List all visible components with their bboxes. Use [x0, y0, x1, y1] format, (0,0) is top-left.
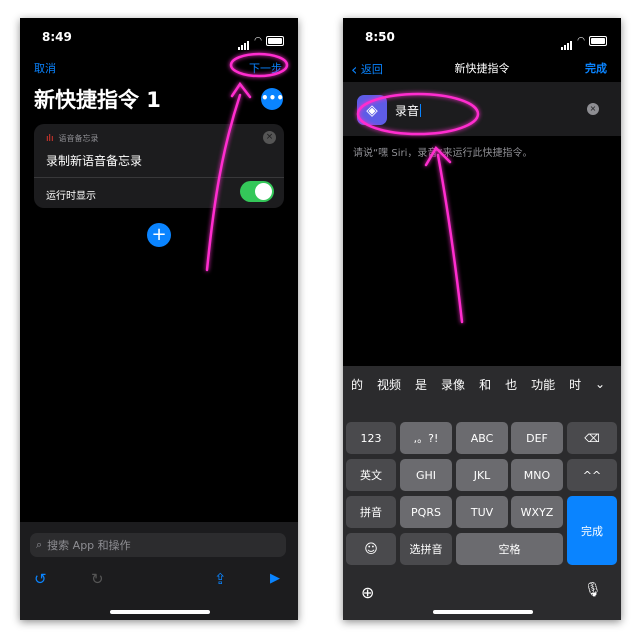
home-indicator — [433, 610, 533, 614]
remove-action-button[interactable]: × — [263, 131, 276, 144]
siri-hint-text: 请说“嘿 Siri，录音”来运行此快捷指令。 — [353, 148, 533, 159]
more-options-button[interactable]: ••• — [261, 88, 285, 110]
wifi-icon: ◠ — [254, 35, 262, 46]
battery-icon — [589, 35, 607, 46]
status-bar: 8:50 ◠ — [343, 18, 621, 56]
search-placeholder: 搜索 App 和操作 — [47, 539, 131, 552]
chevron-down-icon[interactable]: ⌄ — [595, 377, 605, 391]
key-tuv[interactable]: TUV — [456, 496, 508, 528]
key-wxyz[interactable]: WXYZ — [511, 496, 563, 528]
keyboard-done-button[interactable]: 完成 — [567, 496, 617, 565]
search-input[interactable]: ⌕ 搜索 App 和操作 — [30, 533, 286, 557]
action-app-label: 语音备忘录 — [58, 134, 99, 143]
candidate-item[interactable]: 和 — [479, 376, 491, 393]
undo-icon[interactable]: ↺ — [34, 570, 47, 588]
key-pinyin[interactable]: 拼音 — [346, 496, 396, 528]
voice-memo-icon: ılı — [46, 133, 54, 144]
key-ghi[interactable]: GHI — [400, 459, 452, 491]
bottom-panel: ⌕ 搜索 App 和操作 ↺ ↻ ⇪ ▶ — [20, 522, 298, 620]
status-time: 8:50 — [365, 30, 395, 44]
home-indicator — [110, 610, 210, 614]
candidate-item[interactable]: 时 — [569, 376, 581, 393]
left-phone-screen: 8:49 ◠ 取消 下一步 新快捷指令 1 ••• ılı 语音备忘录 × 录制… — [20, 18, 298, 620]
action-title: 录制新语音备忘录 — [46, 154, 143, 168]
key-def[interactable]: DEF — [511, 422, 563, 454]
search-icon: ⌕ — [36, 538, 43, 551]
page-title: 新快捷指令 — [454, 62, 510, 75]
action-card[interactable]: ılı 语音备忘录 × 录制新语音备忘录 运行时显示 — [34, 124, 284, 208]
next-button[interactable]: 下一步 — [249, 60, 282, 76]
key-pqrs[interactable]: PQRS — [400, 496, 452, 528]
key-123[interactable]: 123 — [346, 422, 396, 454]
backspace-icon[interactable]: ⌫ — [567, 422, 617, 454]
share-icon[interactable]: ⇪ — [214, 570, 227, 588]
action-app-header: ılı 语音备忘录 — [46, 133, 99, 144]
key-punct[interactable]: ,。?! — [400, 422, 452, 454]
done-button[interactable]: 完成 — [585, 60, 607, 76]
add-action-button[interactable]: + — [147, 223, 171, 247]
shortcuts-app-icon: ◈ — [357, 95, 387, 125]
redo-icon[interactable]: ↻ — [91, 570, 104, 588]
siri-phrase-input[interactable]: 录音 — [395, 102, 421, 119]
candidate-item[interactable]: 的 — [351, 376, 363, 393]
page-title: 新快捷指令 1 — [34, 88, 161, 112]
wifi-icon: ◠ — [577, 35, 585, 46]
status-icons: ◠ — [238, 31, 284, 50]
key-mno[interactable]: MNO — [511, 459, 563, 491]
ellipsis-icon: ••• — [261, 91, 285, 105]
candidate-item[interactable]: 视频 — [377, 376, 401, 393]
globe-icon[interactable]: ⊕ — [361, 583, 374, 602]
show-when-run-label: 运行时显示 — [46, 191, 96, 202]
key-abc[interactable]: ABC — [456, 422, 508, 454]
status-icons: ◠ — [561, 31, 607, 50]
right-phone-screen: 8:50 ◠ ‹ 返回 新快捷指令 完成 ◈ 录音 × 请说“嘿 Siri，录音… — [343, 18, 621, 620]
phrase-row: ◈ 录音 × — [343, 82, 621, 136]
status-bar: 8:49 ◠ — [20, 18, 298, 56]
candidate-item[interactable]: 也 — [505, 376, 517, 393]
keyboard: 的 视频 是 录像 和 也 功能 时 ⌄ 123 ,。?! ABC DEF ⌫ … — [343, 366, 621, 620]
key-space[interactable]: 空格 — [456, 533, 563, 565]
candidate-bar: 的 视频 是 录像 和 也 功能 时 ⌄ — [343, 370, 621, 398]
key-english[interactable]: 英文 — [346, 459, 396, 491]
emoji-icon[interactable]: ☺ — [346, 533, 396, 565]
key-select-pinyin[interactable]: 选拼音 — [400, 533, 452, 565]
key-jkl[interactable]: JKL — [456, 459, 508, 491]
show-when-run-toggle[interactable] — [240, 181, 274, 202]
status-time: 8:49 — [42, 30, 72, 44]
battery-icon — [266, 35, 284, 46]
cancel-button[interactable]: 取消 — [34, 60, 56, 76]
signal-icon — [238, 31, 250, 50]
signal-icon — [561, 31, 573, 50]
divider — [34, 177, 284, 178]
key-emoticon[interactable]: ^^ — [567, 459, 617, 491]
candidate-item[interactable]: 录像 — [441, 376, 465, 393]
candidate-item[interactable]: 是 — [415, 376, 427, 393]
candidate-item[interactable]: 功能 — [531, 376, 555, 393]
run-icon[interactable]: ▶ — [270, 571, 280, 586]
clear-text-button[interactable]: × — [587, 103, 599, 115]
microphone-icon[interactable]: 🎙 — [584, 582, 602, 598]
